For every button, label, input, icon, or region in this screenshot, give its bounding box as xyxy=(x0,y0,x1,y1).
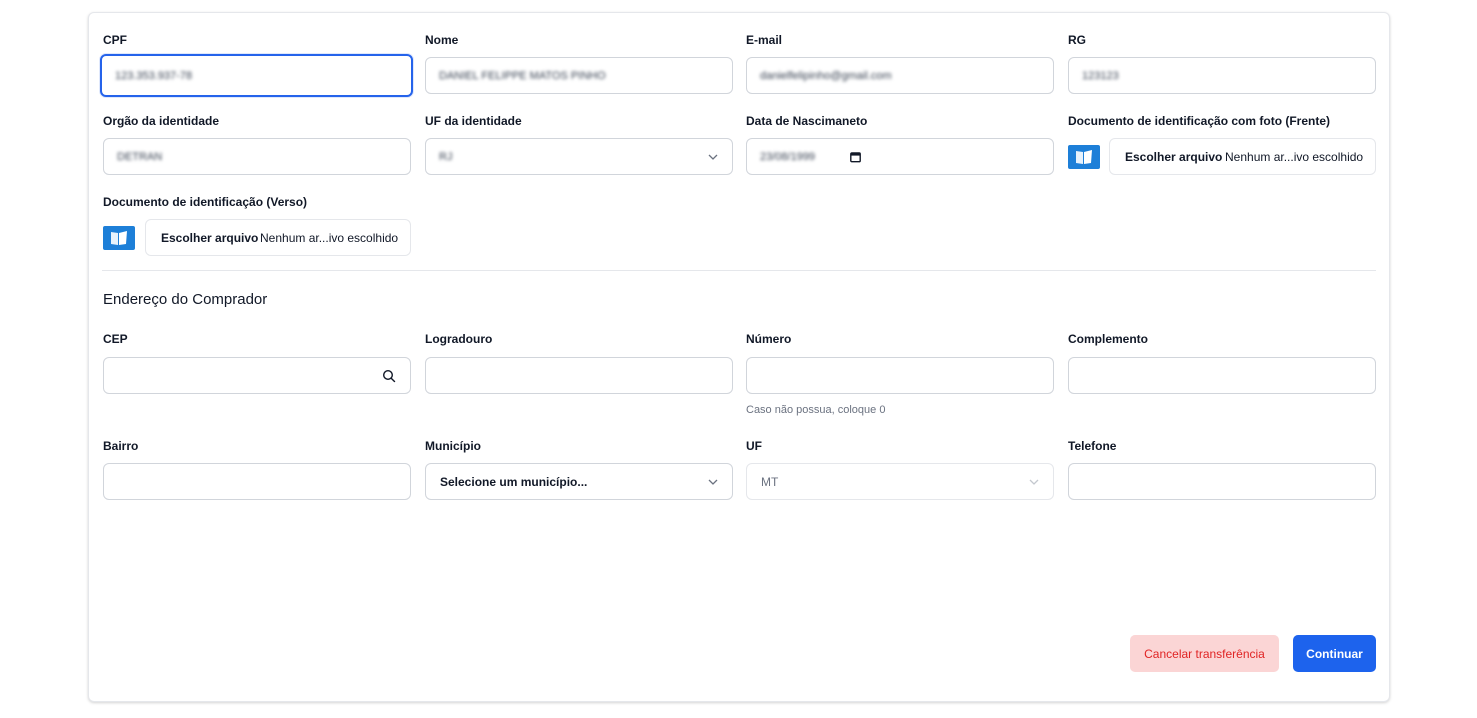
logradouro-label: Logradouro xyxy=(425,332,493,346)
doc-verso-label: Documento de identificação (Verso) xyxy=(103,195,308,209)
bairro-label: Bairro xyxy=(103,439,139,453)
chevron-down-icon xyxy=(1029,479,1039,485)
rg-value: 123123 xyxy=(1082,69,1119,82)
section-divider xyxy=(102,270,1376,271)
email-input[interactable]: danielfelipinho@gmail.com xyxy=(746,57,1054,94)
nome-label: Nome xyxy=(425,33,459,47)
choose-file-button[interactable]: Escolher arquivo xyxy=(1125,150,1222,164)
no-file-text: Nenhum ar...ivo escolhido xyxy=(1225,149,1364,164)
numero-hint: Caso não possua, coloque 0 xyxy=(746,404,886,416)
doc-frente-label: Documento de identificação com foto (Fre… xyxy=(1068,114,1331,128)
search-icon[interactable] xyxy=(382,369,396,383)
data-nascimento-input[interactable]: 23/08/1999 xyxy=(746,138,1054,175)
municipio-label: Município xyxy=(425,439,481,453)
choose-file-button[interactable]: Escolher arquivo xyxy=(161,231,258,245)
telefone-input[interactable] xyxy=(1068,463,1376,500)
continue-button[interactable]: Continuar xyxy=(1293,635,1376,672)
orgao-value: DETRAN xyxy=(117,150,163,163)
orgao-input[interactable]: DETRAN xyxy=(103,138,411,175)
rg-label: RG xyxy=(1068,33,1086,47)
cpf-input[interactable]: 123.353.937-78 xyxy=(100,54,413,97)
calendar-icon[interactable] xyxy=(850,151,861,162)
email-label: E-mail xyxy=(746,33,783,47)
chevron-down-icon xyxy=(708,479,718,485)
uf-label: UF xyxy=(746,439,762,453)
email-value: danielfelipinho@gmail.com xyxy=(760,69,892,82)
uf-value: MT xyxy=(761,474,779,489)
doc-frente-file-input[interactable]: Escolher arquivo Nenhum ar...ivo escolhi… xyxy=(1109,138,1376,175)
complemento-input[interactable] xyxy=(1068,357,1376,394)
chevron-down-icon xyxy=(708,154,718,160)
no-file-text: Nenhum ar...ivo escolhido xyxy=(260,230,399,245)
cancel-transfer-button[interactable]: Cancelar transferência xyxy=(1130,635,1279,672)
document-upload-icon xyxy=(103,226,135,250)
doc-verso-file-input[interactable]: Escolher arquivo Nenhum ar...ivo escolhi… xyxy=(145,219,411,256)
municipio-select[interactable]: Selecione um município... xyxy=(425,463,733,500)
municipio-placeholder: Selecione um município... xyxy=(440,474,588,489)
logradouro-input[interactable] xyxy=(425,357,733,394)
cpf-label: CPF xyxy=(103,33,127,47)
complemento-label: Complemento xyxy=(1068,332,1149,346)
orgao-label: Orgão da identidade xyxy=(103,114,220,128)
data-nascimento-label: Data de Nascimaneto xyxy=(746,114,868,128)
data-nascimento-value: 23/08/1999 xyxy=(760,150,816,163)
nome-input[interactable]: DANIEL FELIPPE MATOS PINHO xyxy=(425,57,733,94)
uf-select: MT xyxy=(746,463,1054,500)
numero-label: Número xyxy=(746,332,792,346)
address-section-title: Endereço do Comprador xyxy=(103,291,268,308)
bairro-input[interactable] xyxy=(103,463,411,500)
uf-identidade-label: UF da identidade xyxy=(425,114,522,128)
telefone-label: Telefone xyxy=(1068,439,1117,453)
buyer-form-card: CPF Nome E-mail RG 123.353.937-78 DANIEL… xyxy=(88,12,1390,702)
uf-identidade-value: RJ xyxy=(439,150,453,163)
document-upload-icon xyxy=(1068,145,1100,169)
cep-input[interactable] xyxy=(103,357,411,394)
nome-value: DANIEL FELIPPE MATOS PINHO xyxy=(439,69,606,82)
cep-label: CEP xyxy=(103,332,128,346)
rg-input[interactable]: 123123 xyxy=(1068,57,1376,94)
numero-input[interactable] xyxy=(746,357,1054,394)
cpf-value: 123.353.937-78 xyxy=(115,69,193,82)
uf-identidade-select[interactable]: RJ xyxy=(425,138,733,175)
